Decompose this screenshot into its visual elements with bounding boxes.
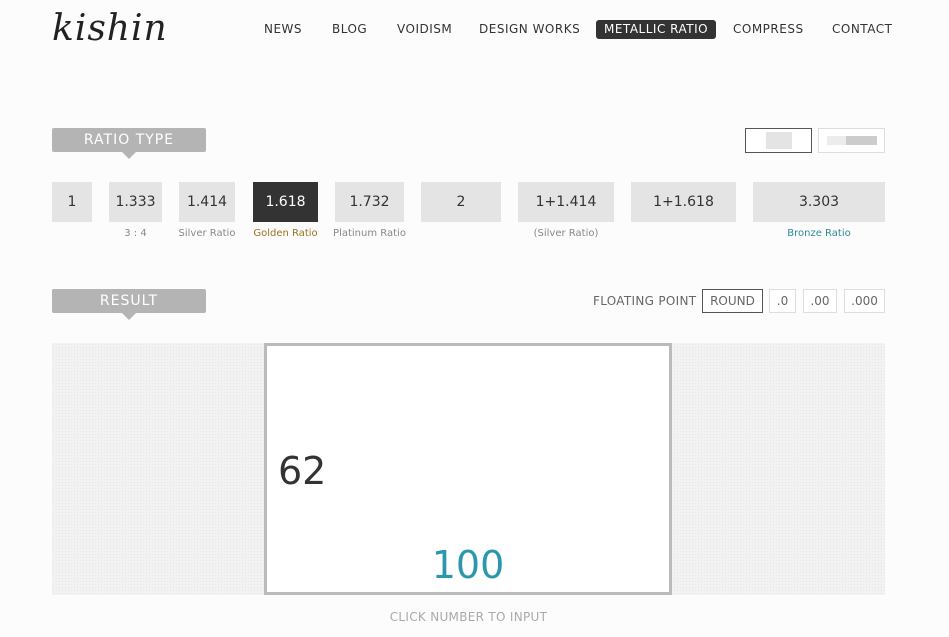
round-button[interactable]: ROUND: [702, 289, 763, 313]
two-decimal-button[interactable]: .00: [803, 289, 837, 313]
result-heading: RESULT: [52, 289, 206, 320]
one-decimal-button[interactable]: .0: [769, 289, 796, 313]
nav-compress[interactable]: COMPRESS: [725, 20, 812, 39]
height-value[interactable]: 62: [278, 449, 326, 493]
floating-point-label: FLOATING POINT: [593, 294, 697, 308]
ratio-button[interactable]: 1+1.414: [518, 182, 614, 222]
landscape-orientation-button[interactable]: [818, 128, 885, 153]
ratio-button[interactable]: 1.732: [335, 182, 404, 222]
input-hint: CLICK NUMBER TO INPUT: [389, 610, 548, 624]
ratio-label: Bronze Ratio: [787, 228, 851, 239]
nav-contact[interactable]: CONTACT: [824, 20, 900, 39]
portrait-icon: [766, 132, 792, 149]
nav-design-works[interactable]: DESIGN WORKS: [471, 20, 588, 39]
result-rectangle: 62 100: [264, 343, 672, 595]
ratio-button[interactable]: 2: [421, 182, 501, 222]
ratio-button[interactable]: 1: [52, 182, 92, 222]
width-value[interactable]: 100: [267, 543, 669, 587]
portrait-orientation-button[interactable]: [745, 128, 812, 153]
ratio-button[interactable]: 3.303: [753, 182, 885, 222]
ratio-type-heading: RATIO TYPE: [52, 128, 206, 159]
logo[interactable]: kishin: [52, 8, 168, 49]
ratio-button[interactable]: 1.618: [253, 182, 318, 222]
ratio-button[interactable]: 1+1.618: [631, 182, 736, 222]
ratio-button[interactable]: 1.333: [109, 182, 162, 222]
nav-voidism[interactable]: VOIDISM: [389, 20, 460, 39]
nav-news[interactable]: NEWS: [256, 20, 310, 39]
three-decimal-button[interactable]: .000: [844, 289, 885, 313]
ratio-label: (Silver Ratio): [533, 228, 599, 239]
landscape-icon: [827, 136, 877, 145]
ratio-button[interactable]: 1.414: [179, 182, 235, 222]
ratio-label: Platinum Ratio: [333, 228, 406, 239]
nav-metallic-ratio[interactable]: METALLIC RATIO: [596, 20, 717, 39]
nav-blog[interactable]: BLOG: [324, 20, 375, 39]
